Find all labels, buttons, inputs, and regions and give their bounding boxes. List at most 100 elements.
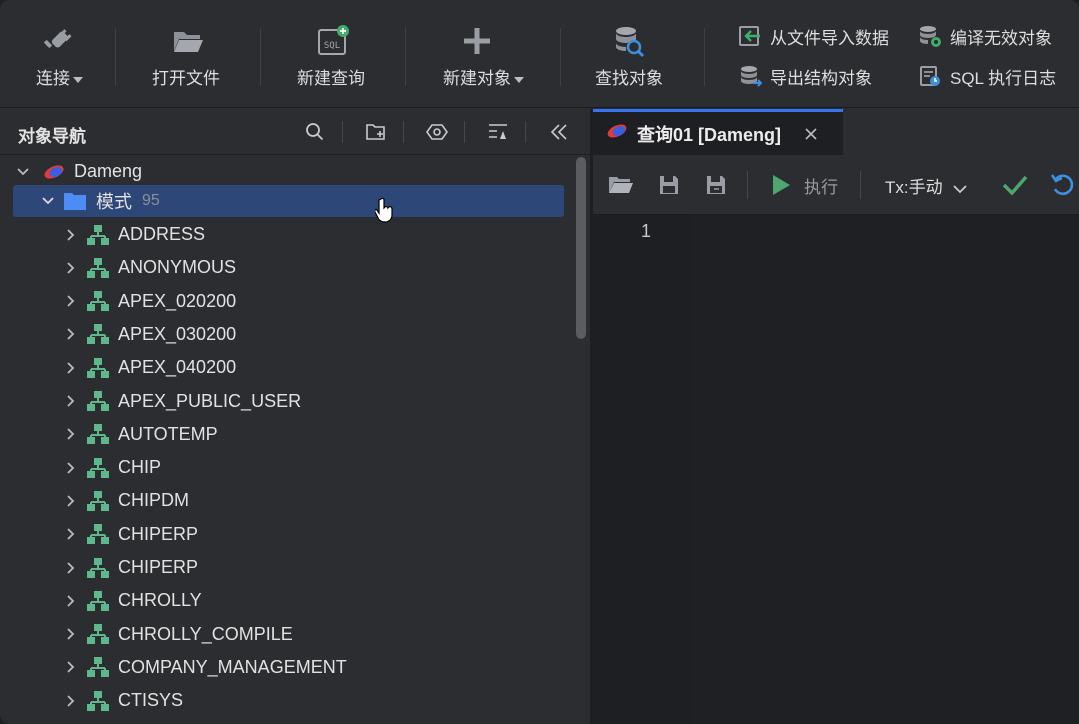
schema-icon	[86, 489, 110, 513]
database-export-icon	[738, 64, 762, 88]
chevron-right-icon[interactable]	[64, 660, 78, 674]
sort-icon[interactable]	[485, 119, 511, 145]
open-file-button[interactable]: 打开文件	[145, 0, 231, 108]
object-navigator-panel: 对象导航 Dameng 模式 95 ADDRESS ANONYMOUS APEX…	[0, 109, 590, 724]
chevron-down-icon	[73, 76, 83, 83]
commit-check-icon[interactable]	[1001, 171, 1029, 199]
save-as-icon[interactable]	[703, 171, 731, 199]
app-window: 连接 打开文件 SQL 新建查询 新建对象 查找对象 从文件导入数据 导出结构对…	[0, 0, 1079, 724]
schema-tree: Dameng 模式 95 ADDRESS ANONYMOUS APEX_020200…	[0, 155, 574, 724]
new-object-button[interactable]: 新建对象	[438, 0, 534, 108]
tree-node-schema[interactable]: ADDRESS	[0, 218, 574, 251]
connect-button[interactable]: 连接	[20, 0, 96, 108]
chevron-down-icon[interactable]	[41, 194, 55, 208]
find-object-button[interactable]: 查找对象	[590, 0, 676, 108]
chevron-down-icon	[514, 76, 524, 83]
transaction-mode-select[interactable]: Tx:手动	[885, 173, 967, 198]
schema-icon	[86, 456, 110, 480]
query-toolbar: 执行 Tx:手动	[593, 155, 1079, 215]
query-editor-panel: 查询01 [Dameng] 执行 Tx:手动 1	[593, 109, 1079, 724]
search-icon[interactable]	[302, 119, 328, 145]
schema-icon	[86, 356, 110, 380]
chevron-right-icon[interactable]	[64, 261, 78, 275]
chevron-right-icon[interactable]	[64, 394, 78, 408]
tree-node-schema[interactable]: APEX_PUBLIC_USER	[0, 385, 574, 418]
dameng-db-icon	[605, 122, 629, 145]
schema-icon	[86, 256, 110, 280]
tree-node-schema-folder[interactable]: 模式 95	[13, 185, 564, 223]
folder-open-icon[interactable]	[607, 171, 635, 199]
schema-label: AUTOTEMP	[118, 423, 218, 444]
execute-label[interactable]: 执行	[804, 173, 838, 198]
schema-icon	[86, 223, 110, 247]
chevron-right-icon[interactable]	[64, 228, 78, 242]
chevron-right-icon[interactable]	[64, 527, 78, 541]
schema-icon	[86, 389, 110, 413]
tree-node-connection[interactable]: Dameng	[0, 155, 574, 188]
tool-separator	[464, 121, 465, 143]
schema-label: CHROLLY_COMPILE	[118, 623, 293, 644]
filter-settings-icon[interactable]	[424, 119, 450, 145]
schema-label: CHIPERP	[118, 557, 199, 577]
new-query-button[interactable]: SQL 新建查询	[290, 0, 376, 108]
tree-node-schema[interactable]: AUTOTEMP	[0, 418, 574, 451]
toolbar-separator	[860, 171, 861, 199]
chevron-right-icon[interactable]	[64, 294, 78, 308]
tree-node-schema[interactable]: CHIPERP	[0, 551, 574, 584]
chevron-down-icon	[953, 184, 967, 193]
chevron-right-icon[interactable]	[64, 361, 78, 375]
chevron-right-icon[interactable]	[64, 494, 78, 508]
export-structure-button[interactable]: 导出结构对象	[738, 62, 872, 90]
navigator-title: 对象导航	[18, 127, 86, 146]
log-clock-icon	[918, 64, 942, 88]
chevron-right-icon[interactable]	[64, 694, 78, 708]
save-icon[interactable]	[655, 171, 683, 199]
chevron-right-icon[interactable]	[64, 561, 78, 575]
sql-log-button[interactable]: SQL 执行日志	[918, 62, 1056, 90]
tree-node-schema[interactable]: APEX_040200	[0, 351, 574, 384]
chevron-right-icon[interactable]	[64, 461, 78, 475]
new-folder-icon[interactable]	[363, 119, 389, 145]
tree-node-schema[interactable]: CHIPERP	[0, 518, 574, 551]
find-object-label: 查找对象	[595, 69, 663, 88]
tree-node-schema[interactable]: CHIPDM	[0, 484, 574, 517]
schema-label: COMPANY_MANAGEMENT	[118, 656, 347, 677]
chevron-right-icon[interactable]	[64, 594, 78, 608]
chevron-right-icon[interactable]	[64, 427, 78, 441]
tree-node-schema[interactable]: CTISYS	[0, 684, 574, 717]
tree-node-schema[interactable]: ANONYMOUS	[0, 251, 574, 284]
play-icon[interactable]	[767, 171, 795, 199]
tree-node-schema[interactable]: CHIP	[0, 451, 574, 484]
svg-text:SQL: SQL	[324, 41, 340, 51]
toolbar-separator	[405, 28, 406, 86]
toolbar-separator	[747, 171, 748, 199]
chevron-down-icon[interactable]	[16, 165, 30, 179]
new-query-label: 新建查询	[297, 69, 365, 88]
collapse-panel-icon[interactable]	[546, 119, 572, 145]
schema-icon	[86, 622, 110, 646]
sql-editor: 1	[593, 215, 1079, 724]
tree-node-schema[interactable]: CHROLLY_COMPILE	[0, 618, 574, 651]
database-search-icon	[612, 24, 646, 58]
tree-scrollbar[interactable]	[576, 157, 586, 339]
tree-node-schema[interactable]: APEX_030200	[0, 318, 574, 351]
sql-log-label: SQL 执行日志	[950, 68, 1057, 88]
schema-folder-label: 模式	[96, 192, 132, 212]
tree-node-schema[interactable]: COMPANY_MANAGEMENT	[0, 651, 574, 684]
tool-separator	[403, 121, 404, 143]
sql-file-add-icon: SQL	[316, 24, 350, 58]
compile-invalid-button[interactable]: 编译无效对象	[918, 22, 1052, 50]
tree-node-schema[interactable]: CHROLLY	[0, 584, 574, 617]
close-icon[interactable]	[803, 126, 819, 142]
tree-node-schema[interactable]: APEX_020200	[0, 285, 574, 318]
chevron-right-icon[interactable]	[64, 327, 78, 341]
sql-code-area[interactable]	[690, 215, 1079, 724]
toolbar-separator	[260, 28, 261, 86]
import-data-button[interactable]: 从文件导入数据	[738, 22, 889, 50]
rollback-icon[interactable]	[1049, 171, 1077, 199]
chevron-right-icon[interactable]	[64, 627, 78, 641]
schema-icon	[86, 322, 110, 346]
tab-query01[interactable]: 查询01 [Dameng]	[593, 109, 843, 155]
export-structure-label: 导出结构对象	[770, 68, 872, 88]
tab-label: 查询01 [Dameng]	[637, 124, 782, 145]
